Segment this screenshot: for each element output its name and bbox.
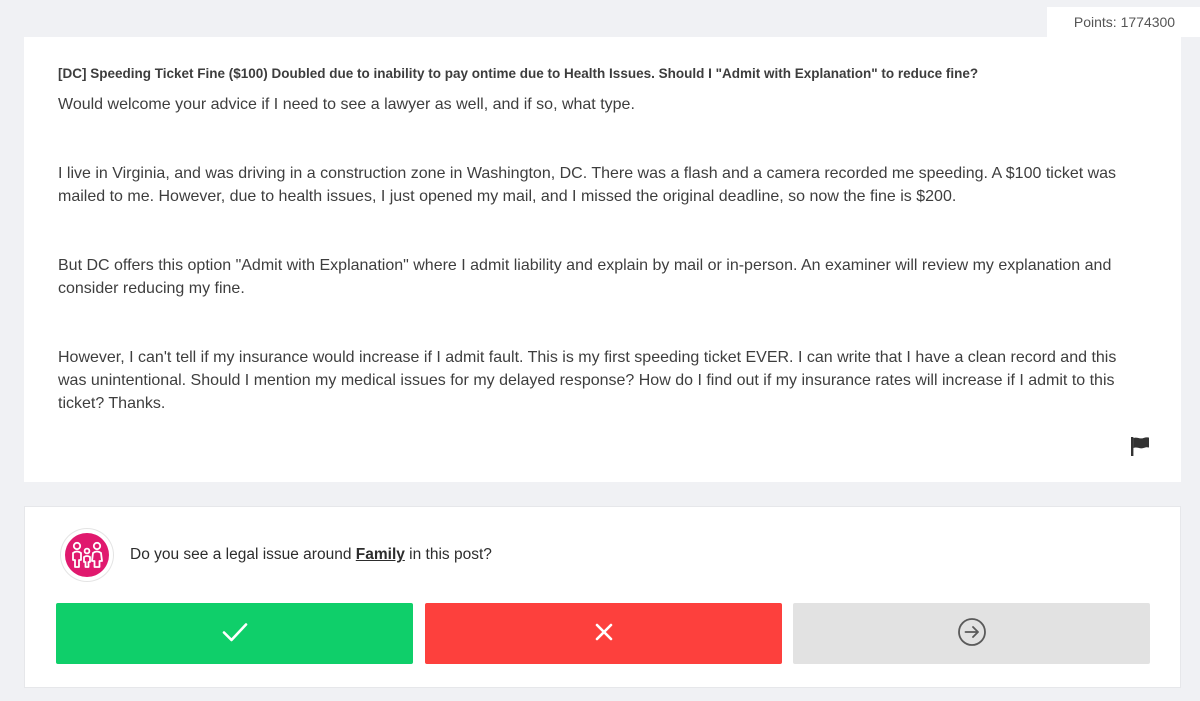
post-body: Would welcome your advice if I need to s… [58,93,1147,415]
question-prefix: Do you see a legal issue around [130,546,356,563]
question-suffix: in this post? [404,546,492,563]
post-card: [DC] Speeding Ticket Fine ($100) Doubled… [24,37,1181,482]
post-paragraph: I live in Virginia, and was driving in a… [58,165,1117,205]
skip-button[interactable] [793,603,1150,664]
family-icon [61,529,113,581]
yes-button[interactable] [56,603,413,664]
post-paragraph: However, I can't tell if my insurance wo… [58,349,1117,412]
points-badge: Points: 1774300 [1047,7,1200,37]
post-paragraph: But DC offers this option "Admit with Ex… [58,257,1112,297]
checkmark-icon [221,621,249,646]
post-paragraph: Would welcome your advice if I need to s… [58,96,635,113]
question-text: Do you see a legal issue around Family i… [130,545,492,565]
question-card: Do you see a legal issue around Family i… [24,506,1181,688]
post-title: [DC] Speeding Ticket Fine ($100) Doubled… [58,66,979,81]
no-button[interactable] [425,603,782,664]
close-icon [593,621,615,646]
arrow-right-circle-icon [957,617,987,650]
topic-link[interactable]: Family [356,546,405,563]
flag-icon[interactable] [1129,435,1151,457]
